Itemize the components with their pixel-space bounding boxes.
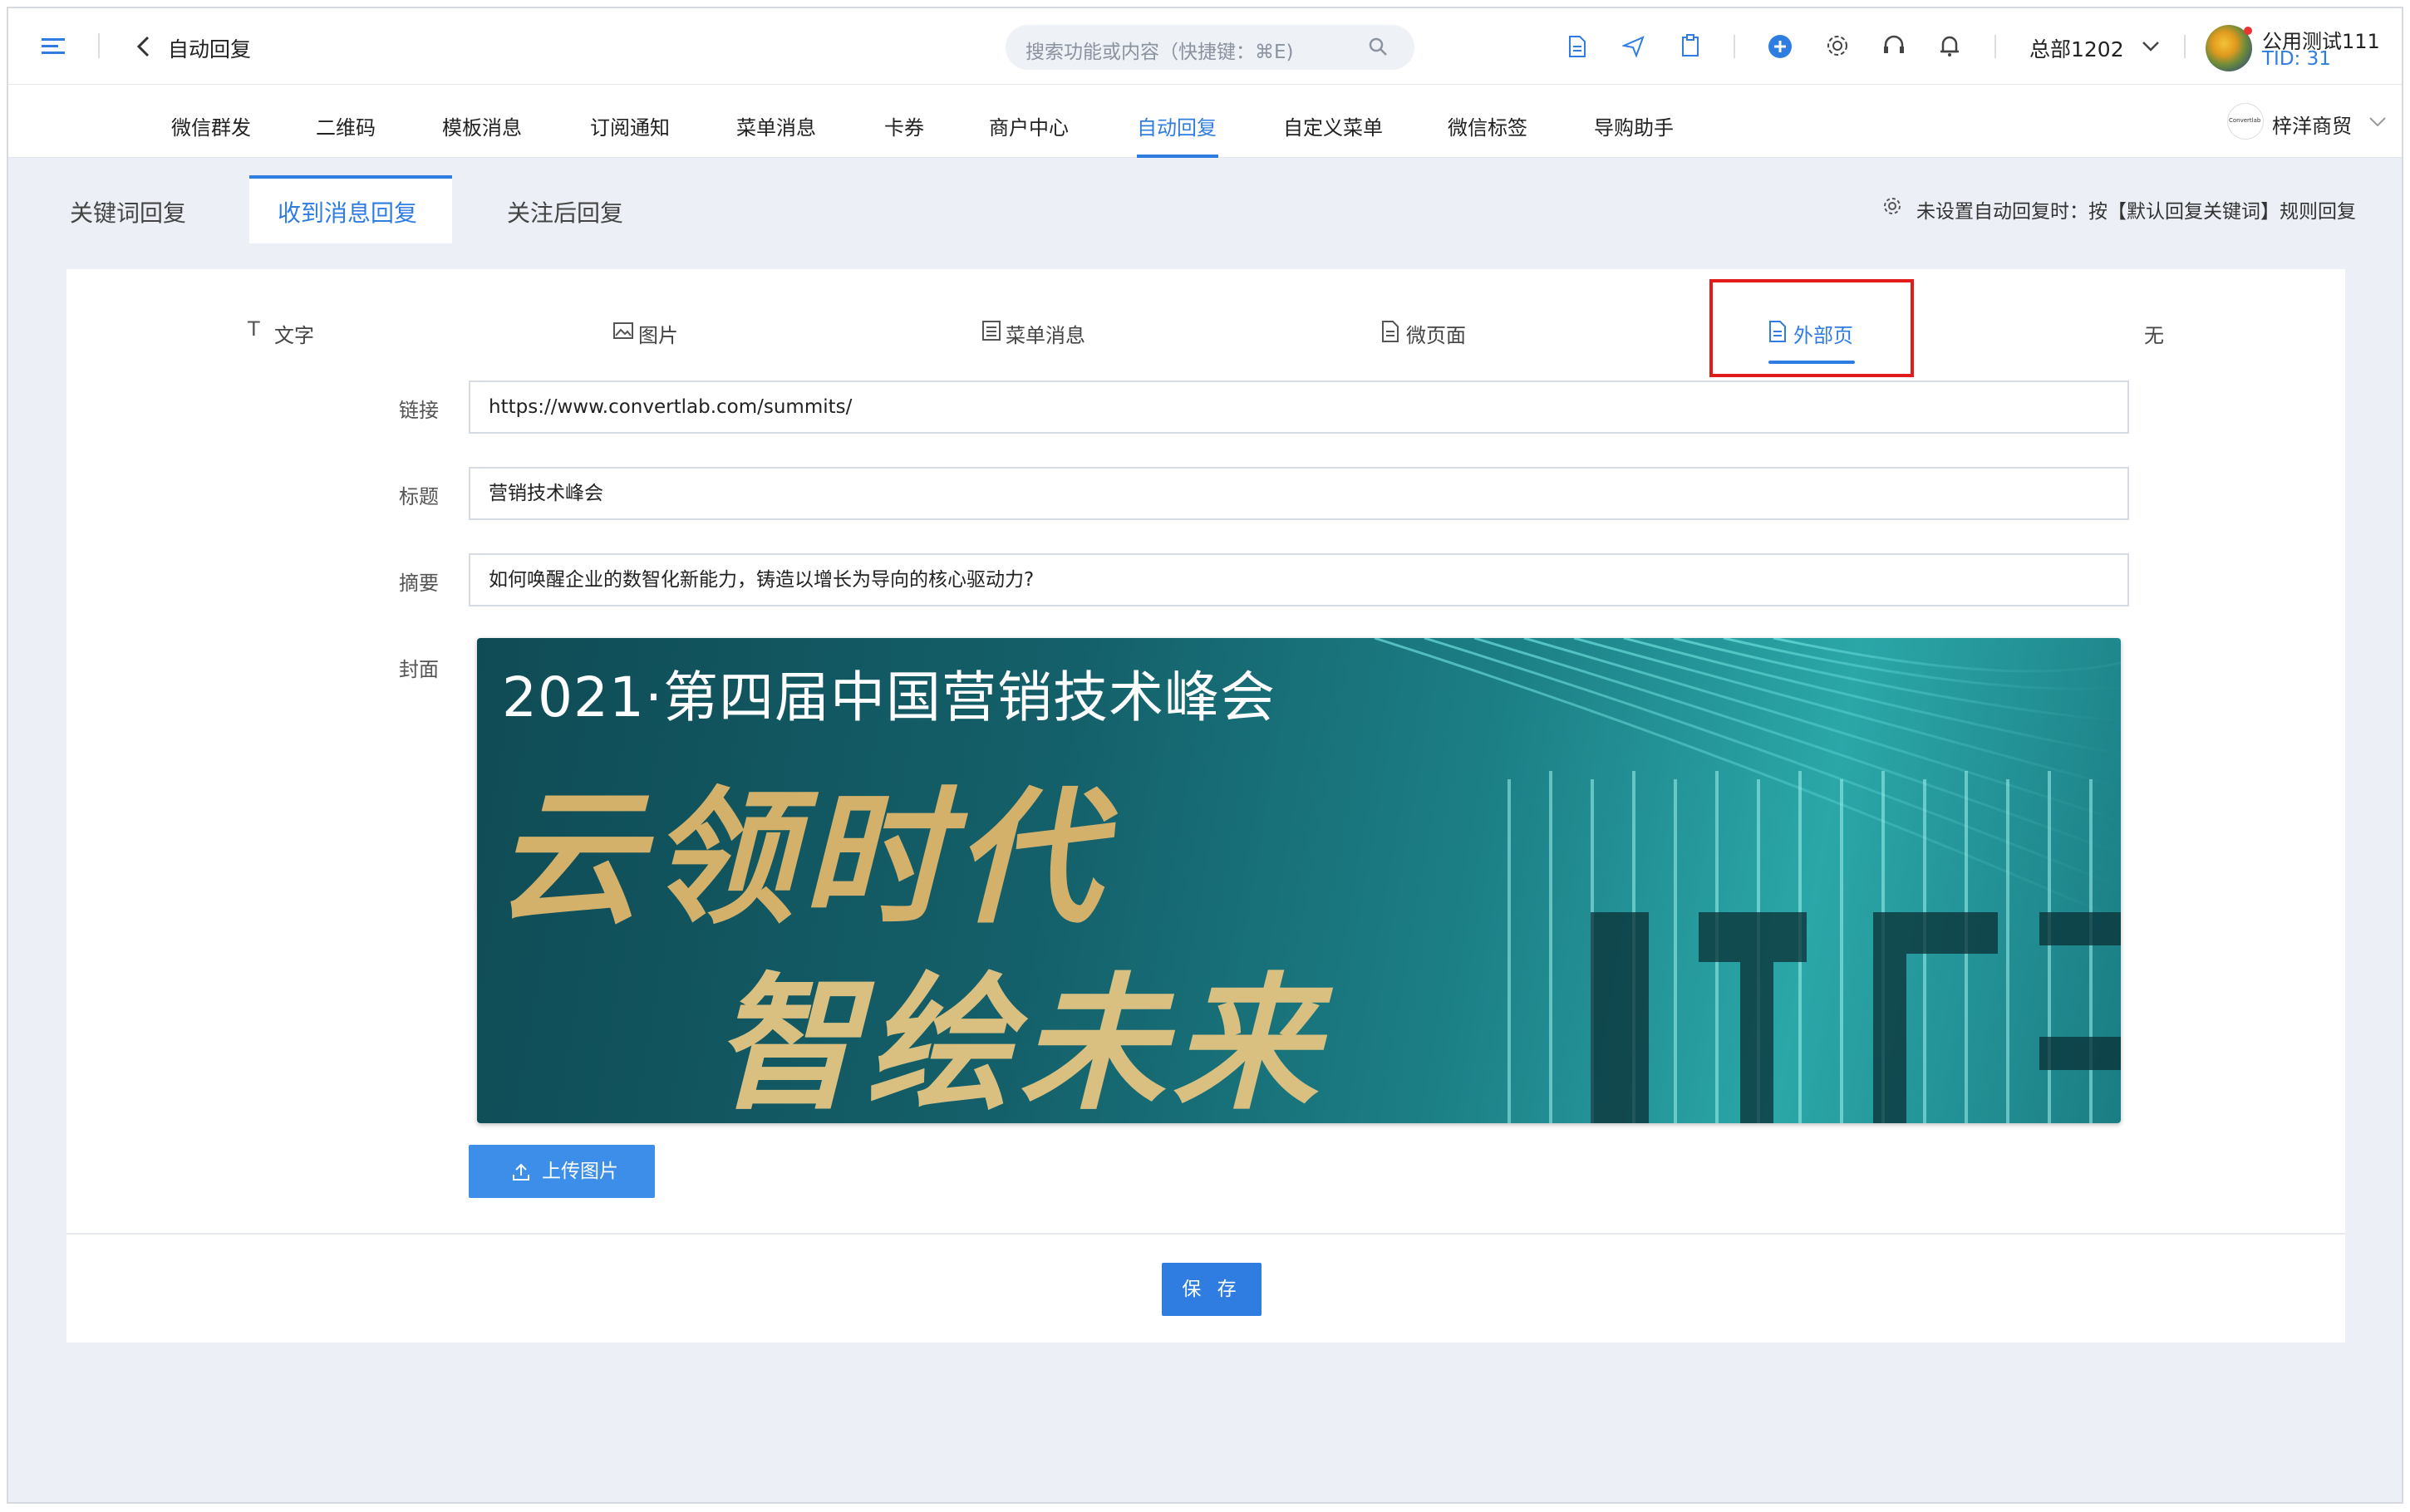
account-logo[interactable]: Convertlab <box>2227 103 2264 140</box>
nav-item-subscribe[interactable]: 订阅通知 <box>590 111 670 140</box>
divider <box>98 33 100 58</box>
reply-category-tabs: 关键词回复 收到消息回复 关注后回复 未设置自动回复时：按【默认回复关键词】规则… <box>8 159 2402 243</box>
cover-image: 2021·第四届中国营销技术峰会 云领时代 智绘未来 <box>477 638 2121 1123</box>
send-icon[interactable] <box>1622 35 1645 58</box>
search-icon[interactable] <box>1368 37 1389 58</box>
org-selector[interactable]: 总部1202 <box>2029 33 2124 63</box>
default-reply-note: 未设置自动回复时：按【默认回复关键词】规则回复 <box>1916 201 2356 223</box>
nav-item-merchant[interactable]: 商户中心 <box>989 111 1069 140</box>
text-type-icon: T <box>248 317 260 341</box>
highlight-box <box>1709 279 1914 377</box>
summary-input[interactable]: 如何唤醒企业的数智化新能力，铸造以增长为导向的核心驱动力? <box>469 553 2129 606</box>
chevron-down-icon[interactable] <box>2368 116 2387 128</box>
upload-image-button[interactable]: 上传图片 <box>469 1145 655 1198</box>
save-button[interactable]: 保 存 <box>1162 1263 1262 1316</box>
reply-type-none[interactable]: 无 <box>2144 319 2164 348</box>
add-icon[interactable] <box>1767 33 1793 60</box>
nav-item-coupon[interactable]: 卡券 <box>884 111 924 140</box>
upload-image-label: 上传图片 <box>542 1161 618 1182</box>
panel-divider <box>66 1233 2345 1235</box>
document-icon[interactable] <box>1567 35 1587 58</box>
notification-dot <box>2244 27 2252 35</box>
menu-toggle-icon[interactable] <box>42 37 66 56</box>
nav-item-guide[interactable]: 导购助手 <box>1594 111 1674 140</box>
nav-item-mass-send[interactable]: 微信群发 <box>171 111 251 140</box>
reply-type-image-label: 图片 <box>638 324 678 347</box>
link-input[interactable]: https://www.convertlab.com/summits/ <box>469 380 2129 434</box>
cover-headline-1: 云领时代 <box>495 773 1108 944</box>
main-nav: 微信群发 二维码 模板消息 订阅通知 菜单消息 卡券 商户中心 自动回复 自定义… <box>8 85 2402 158</box>
summary-label: 摘要 <box>399 572 439 595</box>
page-title: 自动回复 <box>168 37 252 61</box>
page-icon <box>1382 321 1399 342</box>
cover-label: 封面 <box>399 658 439 681</box>
reply-type-menu-label: 菜单消息 <box>1006 324 1085 347</box>
bell-icon[interactable] <box>1938 33 1961 58</box>
account-name[interactable]: 梓洋商贸 <box>2272 110 2352 139</box>
clipboard-icon[interactable] <box>1680 33 1700 58</box>
divider <box>1994 35 1996 58</box>
nav-item-custom-menu[interactable]: 自定义菜单 <box>1283 111 1383 140</box>
nav-item-auto-reply[interactable]: 自动回复 <box>1137 111 1217 140</box>
cover-headline-2: 智绘未来 <box>713 960 1326 1123</box>
nav-item-template-msg[interactable]: 模板消息 <box>442 111 522 140</box>
search-placeholder: 搜索功能或内容（快捷键：⌘E) <box>1025 42 1294 63</box>
reply-type-text-label: 文字 <box>274 324 314 347</box>
back-icon[interactable] <box>135 35 151 58</box>
avatar[interactable] <box>2206 25 2252 71</box>
tenant-id: TID: 31 <box>2262 48 2331 70</box>
headset-icon[interactable] <box>1881 33 1906 58</box>
nav-item-menu-msg[interactable]: 菜单消息 <box>736 111 816 140</box>
tab-keyword-reply[interactable]: 关键词回复 <box>70 195 186 228</box>
nav-active-indicator <box>1137 155 1218 158</box>
chevron-down-icon[interactable] <box>2141 40 2161 53</box>
divider <box>2184 35 2186 58</box>
cover-subtitle: 2021·第四届中国营销技术峰会 <box>502 665 1276 729</box>
tab-message-reply[interactable]: 收到消息回复 <box>278 195 417 228</box>
list-icon <box>982 321 1001 341</box>
top-bar: 自动回复 搜索功能或内容（快捷键：⌘E) 总部1202 公用测试111 TID:… <box>8 8 2402 85</box>
title-input[interactable]: 营销技术峰会 <box>469 467 2129 520</box>
link-label: 链接 <box>399 399 439 422</box>
divider <box>1734 35 1735 58</box>
gear-icon <box>1884 198 1901 214</box>
upload-icon <box>513 1163 529 1181</box>
image-icon <box>613 322 633 339</box>
reply-editor-panel: T 文字 图片 菜单消息 微页面 外部页 无 链接 https://www.co… <box>66 269 2345 1343</box>
account-logo-text: Convertlab <box>2229 117 2261 124</box>
reply-type-micro-page-label: 微页面 <box>1406 324 1466 347</box>
app-window: 自动回复 搜索功能或内容（快捷键：⌘E) 总部1202 公用测试111 TID:… <box>7 7 2403 1504</box>
nav-item-qrcode[interactable]: 二维码 <box>316 111 376 140</box>
nav-item-wechat-tags[interactable]: 微信标签 <box>1448 111 1527 140</box>
search-box[interactable]: 搜索功能或内容（快捷键：⌘E) <box>1006 25 1414 70</box>
gear-icon[interactable] <box>1825 33 1850 58</box>
title-label: 标题 <box>399 485 439 508</box>
tab-follow-reply[interactable]: 关注后回复 <box>507 195 623 228</box>
